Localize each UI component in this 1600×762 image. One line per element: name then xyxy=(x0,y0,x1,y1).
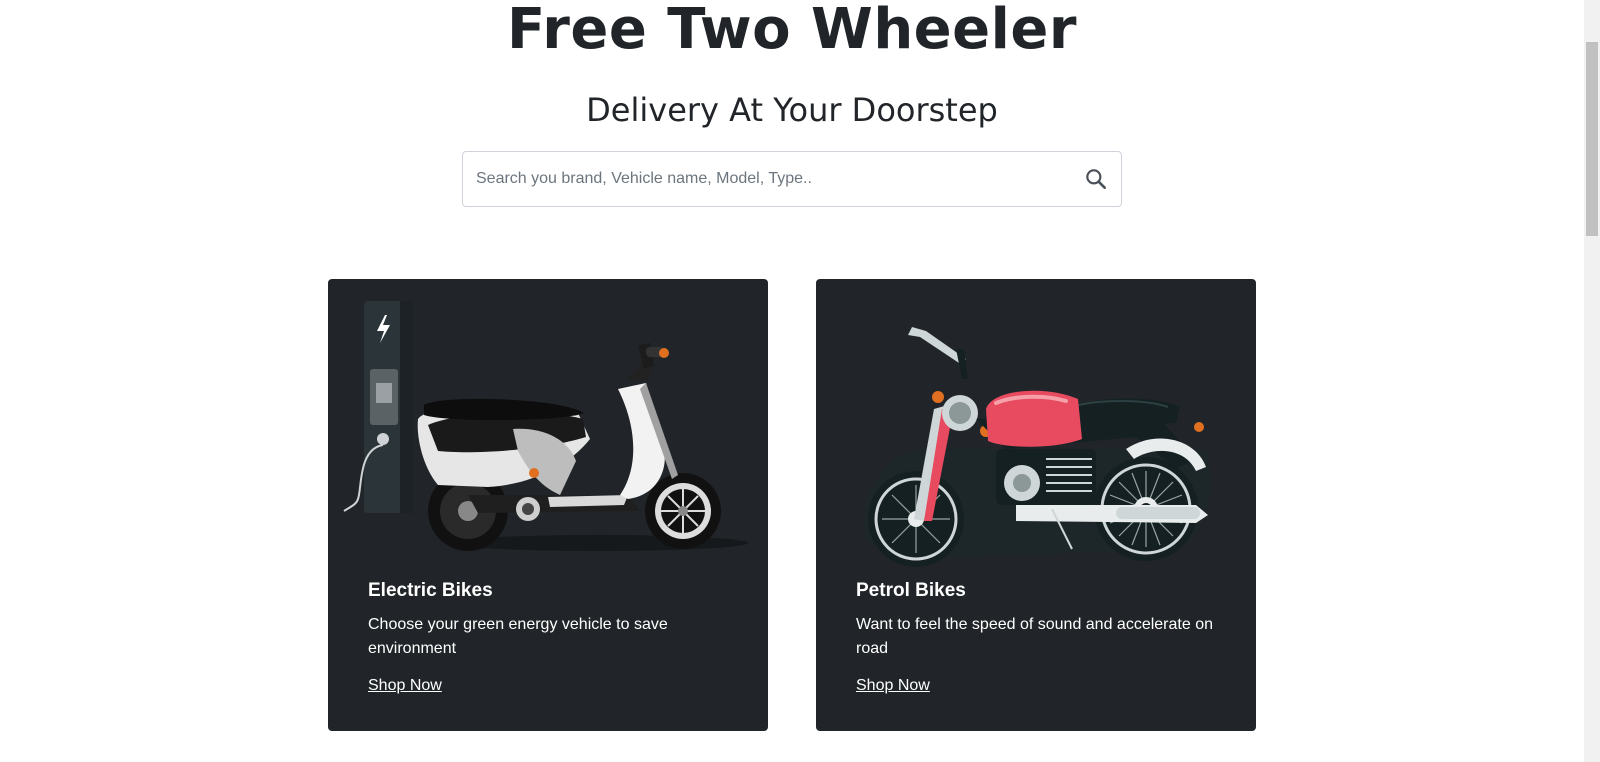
motorcycle-illustration xyxy=(816,299,1256,579)
scrollbar-thumb[interactable] xyxy=(1586,42,1598,236)
page-subtitle: Delivery At Your Doorstep xyxy=(586,91,998,129)
electric-bikes-card[interactable]: Electric Bikes Choose your green energy … xyxy=(328,279,768,731)
page-title: Free Two Wheeler xyxy=(507,0,1077,62)
shop-now-link[interactable]: Shop Now xyxy=(368,677,442,695)
card-description: Want to feel the speed of sound and acce… xyxy=(856,616,1213,657)
search-bar xyxy=(462,151,1122,207)
vertical-scrollbar[interactable] xyxy=(1584,0,1600,762)
electric-scooter-illustration xyxy=(328,299,768,579)
shop-now-link[interactable]: Shop Now xyxy=(856,677,930,695)
search-input[interactable] xyxy=(463,152,1063,206)
card-description: Choose your green energy vehicle to save… xyxy=(368,616,668,657)
card-title: Petrol Bikes xyxy=(856,580,966,601)
petrol-bikes-card[interactable]: Petrol Bikes Want to feel the speed of s… xyxy=(816,279,1256,731)
search-icon[interactable] xyxy=(1083,166,1109,192)
card-title: Electric Bikes xyxy=(368,580,493,601)
